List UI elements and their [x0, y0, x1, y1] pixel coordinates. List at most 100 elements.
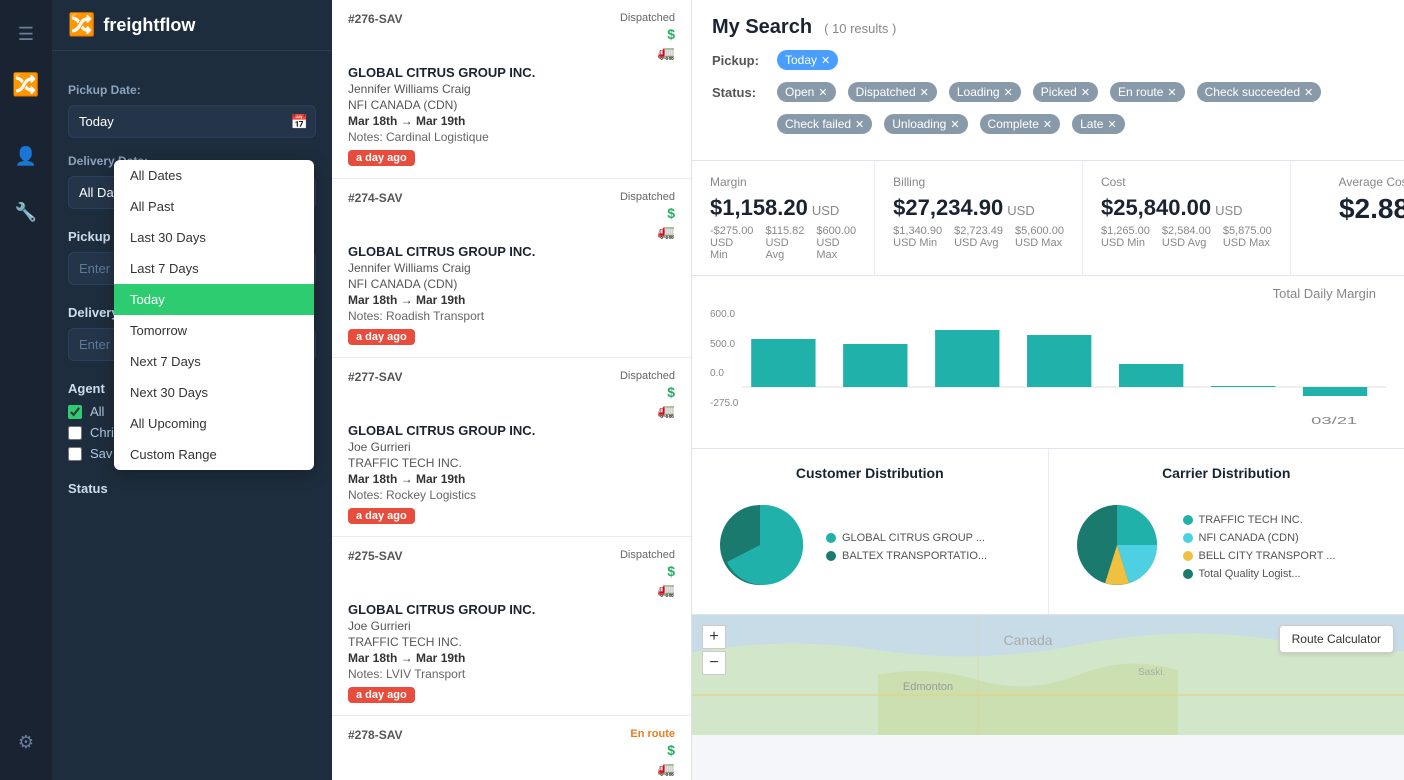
cost-label: Cost [1101, 175, 1272, 189]
checksucceeded-close-icon[interactable]: ✕ [1304, 86, 1313, 99]
distributions: Customer Distribution GLOBAL CITRUS GROU… [692, 449, 1404, 615]
complete-close-icon[interactable]: ✕ [1043, 118, 1052, 131]
dispatched-close-icon[interactable]: ✕ [920, 86, 929, 99]
status-tag-check-succeeded[interactable]: Check succeeded✕ [1197, 82, 1322, 102]
cost-min: $1,265.00 USD Min [1101, 225, 1150, 249]
bar-5 [1119, 364, 1183, 387]
dropdown-all-dates[interactable]: All Dates [114, 160, 314, 191]
shipment-card[interactable]: #275-SAV Dispatched $ 🚛 GLOBAL CITRUS GR… [332, 537, 691, 716]
truck-icon: 🚛 [658, 402, 675, 419]
billing-min: $1,340.90 USD Min [893, 225, 942, 249]
pickup-tag-close[interactable]: ✕ [821, 54, 830, 67]
shipment-card[interactable]: #278-SAV En route $ 🚛 GLOBAL CITRUS GROU… [332, 716, 691, 780]
legend-label: TRAFFIC TECH INC. [1199, 514, 1303, 526]
picked-close-icon[interactable]: ✕ [1081, 86, 1090, 99]
unloading-close-icon[interactable]: ✕ [950, 118, 959, 131]
status-tag-loading[interactable]: Loading✕ [949, 82, 1021, 102]
pickup-tag-today[interactable]: Today ✕ [777, 50, 838, 70]
shipment-company: GLOBAL CITRUS GROUP INC. [348, 602, 675, 617]
dropdown-next-30[interactable]: Next 30 Days [114, 377, 314, 408]
shipment-carrier: TRAFFIC TECH INC. [348, 456, 675, 470]
dropdown-last-30[interactable]: Last 30 Days [114, 222, 314, 253]
y-max: 600.0 [710, 309, 738, 320]
dropdown-all-past[interactable]: All Past [114, 191, 314, 222]
shipment-notes: Notes: Rockey Logistics [348, 488, 675, 502]
shipment-card[interactable]: #276-SAV Dispatched $ 🚛 GLOBAL CITRUS GR… [332, 0, 691, 179]
map-area: Canada Edmonton Saski. + − Route Calcula… [692, 615, 1404, 735]
shipment-status: Dispatched [620, 549, 675, 561]
checkfailed-close-icon[interactable]: ✕ [855, 118, 864, 131]
shipment-status: Dispatched [620, 12, 675, 24]
status-tag-late[interactable]: Late✕ [1072, 114, 1125, 134]
status-tag-dispatched[interactable]: Dispatched✕ [848, 82, 937, 102]
cost-stat: Cost $25,840.00 USD $1,265.00 USD Min $2… [1083, 161, 1291, 275]
pickup-date-input[interactable] [68, 105, 316, 138]
date-dropdown: All Dates All Past Last 30 Days Last 7 D… [114, 160, 314, 470]
dropdown-next-7[interactable]: Next 7 Days [114, 346, 314, 377]
zoom-in-button[interactable]: + [702, 625, 726, 649]
margin-sub: -$275.00 USD Min $115.82 USD Avg $600.00… [710, 225, 856, 261]
shipment-card[interactable]: #274-SAV Dispatched $ 🚛 GLOBAL CITRUS GR… [332, 179, 691, 358]
status-tags-row: Status: Open✕ Dispatched✕ Loading✕ Picke… [712, 80, 1384, 104]
shipment-card[interactable]: #277-SAV Dispatched $ 🚛 GLOBAL CITRUS GR… [332, 358, 691, 537]
map-controls: + − [702, 625, 726, 675]
billing-sub: $1,340.90 USD Min $2,723.49 USD Avg $5,6… [893, 225, 1064, 249]
shipment-id: #275-SAV [348, 549, 402, 563]
legend-item: TRAFFIC TECH INC. [1183, 514, 1336, 526]
loading-close-icon[interactable]: ✕ [1004, 86, 1013, 99]
agent-chris-checkbox[interactable] [68, 426, 82, 440]
shipment-route: Mar 18th → Mar 19th [348, 651, 675, 665]
agent-sav-checkbox[interactable] [68, 447, 82, 461]
legend-dot [1183, 515, 1193, 525]
legend-dot [826, 533, 836, 543]
bar-date-label: 03/21 [1312, 416, 1358, 427]
billing-max: $5,600.00 USD Max [1015, 225, 1064, 249]
margin-max: $600.00 USD Max [816, 225, 856, 261]
route-calculator-button[interactable]: Route Calculator [1279, 625, 1394, 653]
dropdown-custom-range[interactable]: Custom Range [114, 439, 314, 470]
status-tag-check-failed[interactable]: Check failed✕ [777, 114, 872, 134]
dropdown-tomorrow[interactable]: Tomorrow [114, 315, 314, 346]
bar-2 [844, 344, 908, 387]
status-tag-open[interactable]: Open✕ [777, 82, 836, 102]
logo-bar: 🔀 freightflow [52, 0, 332, 51]
status-tag-complete[interactable]: Complete✕ [980, 114, 1061, 134]
avg-cost-label: Average Cost / Mile [1309, 175, 1404, 189]
status-tag-unloading[interactable]: Unloading✕ [884, 114, 967, 134]
shipment-carrier: NFI CANADA (CDN) [348, 277, 675, 291]
search-title: My Search [712, 16, 812, 39]
shipment-route: Mar 18th → Mar 19th [348, 114, 675, 128]
sidebar: ☰ 🔀 👤 🔧 ⚙ [0, 0, 52, 780]
logo-area: 🔀 [12, 72, 39, 98]
menu-icon[interactable]: ☰ [8, 16, 44, 52]
open-close-icon[interactable]: ✕ [818, 86, 827, 99]
dollar-icon: $ [667, 742, 675, 758]
late-close-icon[interactable]: ✕ [1107, 118, 1116, 131]
status-tag-enroute[interactable]: En route✕ [1110, 82, 1185, 102]
truck-icon: 🚛 [658, 223, 675, 240]
dropdown-last-7[interactable]: Last 7 Days [114, 253, 314, 284]
app-logo: 🔀 [12, 72, 39, 98]
shipment-notes: Notes: Roadish Transport [348, 309, 675, 323]
chart-container: Total Daily Margin 600.0 500.0 0.0 -275.… [692, 276, 1404, 449]
shipment-id: #277-SAV [348, 370, 402, 384]
enroute-close-icon[interactable]: ✕ [1167, 86, 1176, 99]
status-tag-picked[interactable]: Picked✕ [1033, 82, 1098, 102]
logo-icon: 🔀 [68, 12, 95, 38]
legend-dot [1183, 569, 1193, 579]
user-icon[interactable]: 👤 [8, 138, 44, 174]
stats-row: Margin $1,158.20 USD -$275.00 USD Min $1… [692, 161, 1404, 276]
dropdown-today[interactable]: Today [114, 284, 314, 315]
legend-item: Total Quality Logist... [1183, 568, 1336, 580]
settings-icon[interactable]: ⚙ [8, 724, 44, 760]
dropdown-all-upcoming[interactable]: All Upcoming [114, 408, 314, 439]
tools-icon[interactable]: 🔧 [8, 194, 44, 230]
zoom-out-button[interactable]: − [702, 651, 726, 675]
cost-max: $5,875.00 USD Max [1223, 225, 1272, 249]
dollar-icon: $ [667, 563, 675, 579]
billing-stat: Billing $27,234.90 USD $1,340.90 USD Min… [875, 161, 1083, 275]
chart-label: Total Daily Margin [710, 286, 1386, 301]
avg-cost-value: $2.88 [1339, 193, 1404, 225]
agent-all-checkbox[interactable] [68, 405, 82, 419]
pickup-date-wrapper: 📅 [68, 105, 316, 138]
